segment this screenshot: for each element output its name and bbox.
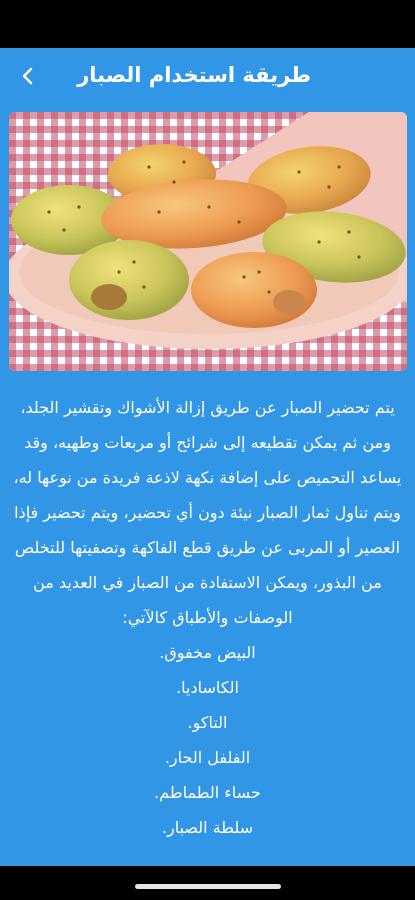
- back-button[interactable]: [8, 56, 48, 96]
- content-area: يتم تحضير الصبار عن طريق إزالة الأشواك و…: [0, 104, 415, 866]
- home-indicator[interactable]: [135, 884, 281, 889]
- status-bar: [0, 0, 415, 48]
- list-item: سلطة الصبار.: [161, 818, 254, 837]
- chevron-left-icon: [22, 67, 33, 85]
- list-item: الفلفل الحار.: [164, 748, 251, 767]
- article-paragraph: يتم تحضير الصبار عن طريق إزالة الأشواك و…: [13, 398, 402, 627]
- recipe-list: البيض مخفوق. الكاساديا. التاكو. الفلفل ا…: [10, 635, 405, 845]
- list-item: التاكو.: [187, 713, 228, 732]
- prickly-pear-image: [9, 112, 407, 371]
- article-text: يتم تحضير الصبار عن طريق إزالة الأشواك و…: [10, 390, 405, 845]
- list-item: البيض مخفوق.: [159, 643, 256, 662]
- list-item: حساء الطماطم.: [154, 783, 261, 802]
- list-item: الكاساديا.: [176, 678, 239, 697]
- page-title: طريقة استخدام الصبار: [77, 63, 311, 87]
- app-bar: طريقة استخدام الصبار: [0, 48, 415, 104]
- navigation-bar: [0, 866, 415, 900]
